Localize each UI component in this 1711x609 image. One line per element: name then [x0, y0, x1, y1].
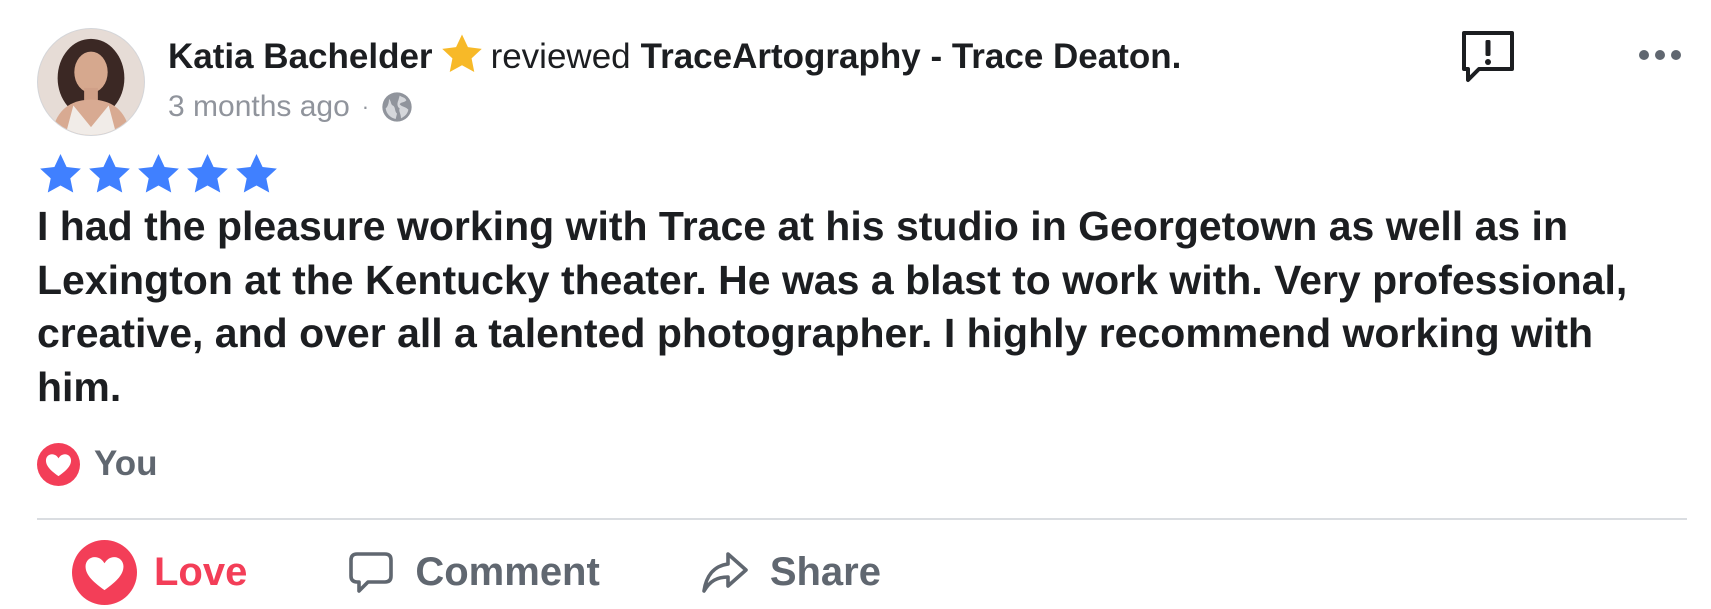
comment-label: Comment [415, 550, 600, 594]
report-icon[interactable] [1459, 28, 1517, 86]
star-badge-icon [441, 34, 482, 73]
review-text: I had the pleasure working with Trace at… [37, 203, 1628, 410]
meta-separator: · [361, 94, 370, 119]
rating-star-icon [40, 153, 81, 193]
action-bar: Love Comment Share [72, 540, 881, 605]
reactions-summary[interactable]: You [37, 441, 158, 487]
reviewed-page-name[interactable]: TraceArtography - Trace Deaton. [641, 30, 1182, 84]
love-icon [72, 540, 137, 605]
timestamp[interactable]: 3 months ago [168, 90, 350, 124]
share-label: Share [769, 550, 881, 594]
avatar[interactable] [37, 28, 145, 136]
comment-icon [349, 551, 394, 593]
rating-star-icon [89, 153, 130, 193]
review-headline: Katia Bachelder reviewed TraceArtography… [168, 30, 1181, 84]
rating-star-icon [138, 153, 179, 193]
avatar-photo [38, 29, 144, 135]
globe-icon [382, 92, 412, 122]
review-verb: reviewed [490, 37, 631, 76]
rating-star-icon [187, 153, 228, 193]
love-label: Love [154, 550, 248, 594]
share-icon [702, 551, 748, 593]
more-options-icon[interactable] [1635, 40, 1685, 70]
love-button[interactable]: Love [72, 540, 247, 605]
rating-star-icon [236, 153, 277, 193]
share-button[interactable]: Share [700, 548, 881, 598]
post-meta: 3 months ago · [168, 84, 413, 130]
divider [37, 518, 1687, 520]
comment-button[interactable]: Comment [347, 549, 600, 597]
review-post: Katia Bachelder reviewed TraceArtography… [0, 0, 1711, 609]
heart-reaction-icon [37, 442, 80, 486]
reaction-label: You [94, 444, 158, 483]
author-name[interactable]: Katia Bachelder [168, 30, 433, 84]
star-rating [37, 151, 280, 198]
